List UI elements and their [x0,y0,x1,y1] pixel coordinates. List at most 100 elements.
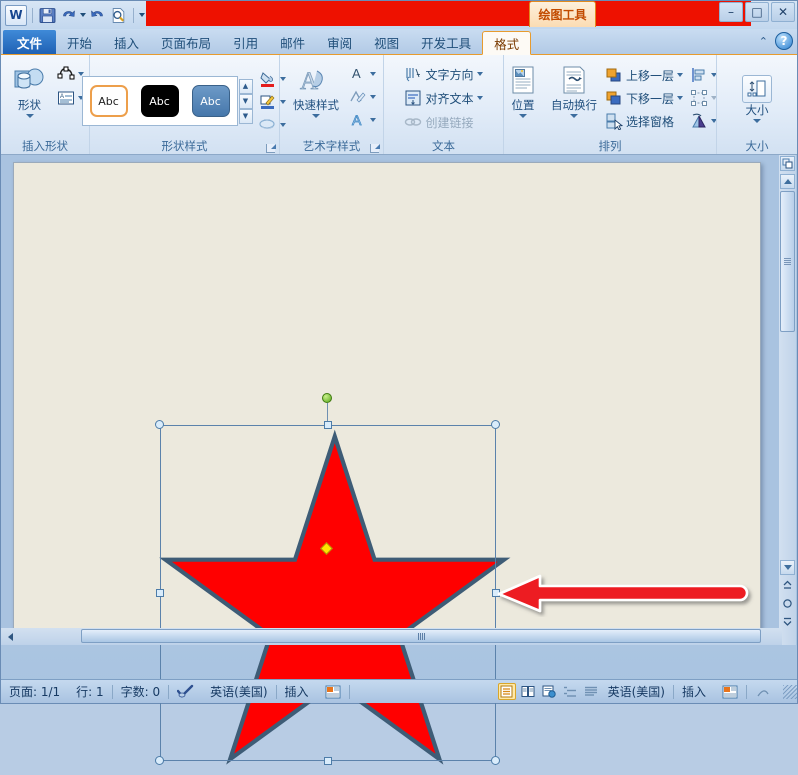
shape-style-thumb-3[interactable]: Abc [186,79,235,123]
tab-review[interactable]: 审阅 [316,30,363,54]
group-objects-button[interactable] [688,87,719,109]
print-layout-view-button[interactable] [497,683,516,700]
insert-mode[interactable]: 插入 [277,683,317,700]
shape-style-thumb-1[interactable]: Abc [84,79,133,123]
draft-view-button[interactable] [582,683,600,700]
redo-icon[interactable] [88,6,107,25]
ribbon-tabs-right[interactable]: ⌃ ? [759,32,793,50]
line-indicator[interactable]: 行: 1 [68,683,112,700]
gallery-more-button[interactable]: ▼ [238,108,253,124]
text-effects-button[interactable]: A [347,109,378,131]
collapse-ribbon-icon[interactable]: ⌃ [759,35,768,48]
tab-insert[interactable]: 插入 [103,30,150,54]
select-browse-object-button[interactable] [780,596,795,611]
window-controls[interactable]: – □ ✕ [719,2,795,22]
resize-handle-middle-left[interactable] [156,589,164,597]
next-page-button[interactable] [780,614,795,629]
bring-forward-caret[interactable] [677,73,684,77]
send-backward-button[interactable]: 下移一层 [603,87,685,109]
split-window-icon[interactable] [780,156,795,171]
macro-record-icon[interactable] [317,685,349,699]
quick-access-toolbar[interactable]: W [1,2,145,28]
send-backward-caret[interactable] [677,96,684,100]
text-effects-caret[interactable] [370,118,376,122]
language-indicator[interactable]: 英语(美国) [202,683,275,700]
shape-styles-dialog-launcher[interactable] [266,144,276,153]
wrap-text-caret[interactable] [570,114,578,118]
document-area[interactable] [1,155,797,765]
create-link-button[interactable]: 创建链接 [402,111,475,133]
shape-style-thumb-2[interactable]: Abc [135,79,184,123]
align-text-button[interactable]: 对齐文本 [402,87,484,109]
office-button[interactable]: W [5,4,27,26]
zoom-slider-area[interactable] [747,685,779,699]
text-outline-caret[interactable] [370,95,376,99]
tab-mailings[interactable]: 邮件 [269,30,316,54]
vertical-scroll-thumb[interactable] [780,191,795,332]
size-caret[interactable] [753,119,761,123]
tab-page-layout[interactable]: 页面布局 [150,30,222,54]
text-direction-caret[interactable] [476,72,483,76]
proofing-icon[interactable] [169,684,202,699]
size-button[interactable]: 大小 [732,72,782,123]
close-button[interactable]: ✕ [771,2,795,22]
save-icon[interactable] [38,6,57,25]
align-objects-button[interactable] [688,64,719,86]
outline-view-button[interactable] [561,683,579,700]
text-fill-caret[interactable] [370,72,376,76]
vertical-scrollbar[interactable] [779,155,796,645]
gallery-scroll-up-button[interactable]: ▲ [238,78,253,94]
tab-developer[interactable]: 开发工具 [410,30,482,54]
document-page[interactable] [13,162,761,765]
help-icon[interactable]: ? [775,32,793,50]
resize-handle-top-left[interactable] [155,420,164,429]
rotation-handle[interactable] [322,393,332,403]
scroll-down-button[interactable] [780,560,795,575]
word-count[interactable]: 字数: 0 [113,683,169,700]
red-left-arrow[interactable] [496,567,756,617]
selection-pane-button[interactable]: 选择窗格 [603,110,685,132]
text-direction-button[interactable]: 文字方向 [402,63,484,85]
minimize-button[interactable]: – [719,2,743,22]
wrap-text-button[interactable]: 自动换行 [547,61,601,118]
shapes-button[interactable]: 形状 [5,61,55,118]
ribbon-tabs[interactable]: 文件 开始 插入 页面布局 引用 邮件 审阅 视图 开发工具 格式 ⌃ ? [1,29,797,55]
resize-handle-bottom-left[interactable] [155,756,164,765]
resize-handle-top-right[interactable] [491,420,500,429]
web-layout-view-button[interactable] [540,683,558,700]
scroll-left-button[interactable] [3,629,18,644]
quick-styles-caret[interactable] [312,114,320,118]
tab-references[interactable]: 引用 [222,30,269,54]
tab-view[interactable]: 视图 [363,30,410,54]
bring-forward-button[interactable]: 上移一层 [603,64,685,86]
wordart-styles-dialog-launcher[interactable] [370,144,380,153]
full-screen-reading-view-button[interactable] [519,683,537,700]
gallery-scroll-down-button[interactable]: ▼ [238,93,253,109]
horizontal-scroll-thumb[interactable] [81,629,761,643]
view-buttons[interactable] [497,683,600,700]
position-button[interactable]: 位置 [501,61,545,118]
text-outline-button[interactable] [347,86,378,108]
horizontal-scrollbar[interactable] [1,628,782,645]
shape-styles-gallery[interactable]: Abc Abc Abc ▲ ▼ ▼ [81,76,253,126]
align-text-caret[interactable] [476,96,483,100]
status-bar[interactable]: 页面: 1/1 行: 1 字数: 0 英语(美国) 插入 英语(美国) 插入 [1,679,797,703]
rotate-objects-button[interactable] [688,110,719,132]
previous-page-button[interactable] [780,578,795,593]
tab-home[interactable]: 开始 [56,30,103,54]
undo-dropdown-caret[interactable] [80,13,86,17]
page-indicator[interactable]: 页面: 1/1 [1,683,68,700]
language-indicator-2[interactable]: 英语(美国) [600,683,673,700]
shape-styles-gallery-nav[interactable]: ▲ ▼ ▼ [238,78,253,124]
scroll-up-button[interactable] [780,174,795,189]
resize-handle-bottom-center[interactable] [324,757,332,765]
macro-icon-2[interactable] [714,685,746,699]
insert-mode-2[interactable]: 插入 [674,683,714,700]
tab-format[interactable]: 格式 [482,31,532,55]
window-resize-grip[interactable] [783,684,797,699]
maximize-button[interactable]: □ [745,2,769,22]
undo-icon[interactable] [59,6,78,25]
tab-file[interactable]: 文件 [3,30,57,54]
print-preview-icon[interactable] [109,6,128,25]
quick-styles-button[interactable]: A 快速样式 [285,61,347,118]
